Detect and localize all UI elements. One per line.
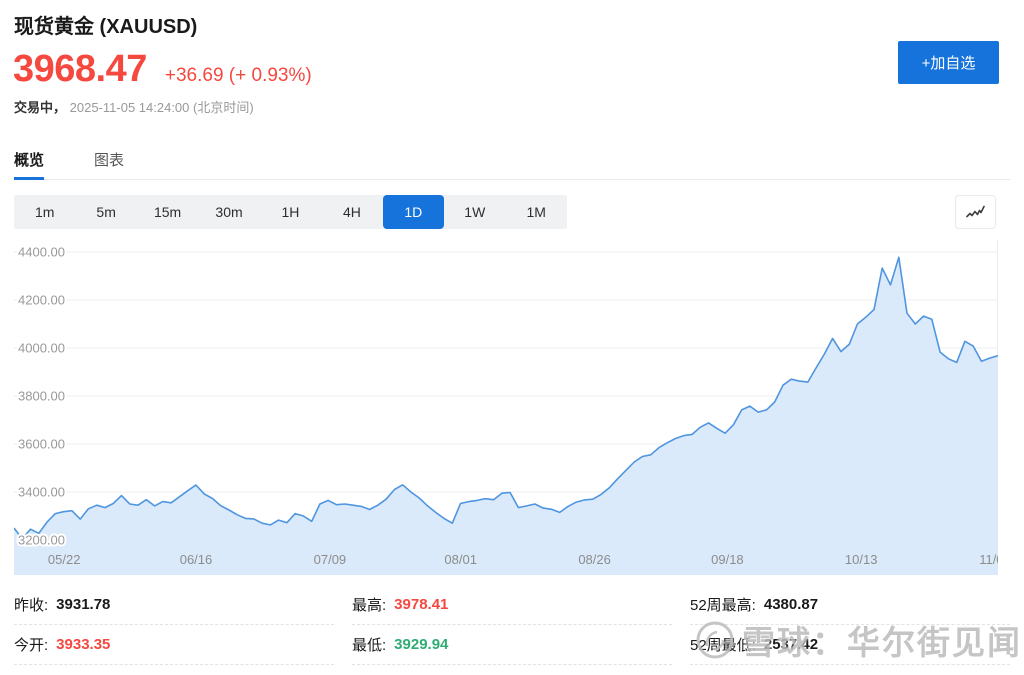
current-price: 3968.47	[13, 48, 147, 91]
stat-52w-low: 52周最低: 2537.42	[690, 625, 1010, 665]
price-change: +36.69 (+ 0.93%)	[165, 65, 312, 87]
stat-52w-high: 52周最高: 4380.87	[690, 585, 1010, 625]
active-tab-underline	[14, 177, 44, 180]
period-button-1d[interactable]: 1D	[383, 195, 444, 229]
quote-timestamp: 2025-11-05 14:24:00 (北京时间)	[70, 100, 254, 115]
period-button-1h[interactable]: 1H	[260, 195, 321, 229]
stat-low: 最低: 3929.94	[352, 625, 672, 665]
stats-column-3: 52周最高: 4380.87 52周最低: 2537.42	[690, 585, 1010, 665]
tab-chart-label: 图表	[94, 152, 124, 169]
stat-open: 今开: 3933.35	[14, 625, 334, 665]
svg-text:08/01: 08/01	[444, 552, 477, 567]
period-button-1m[interactable]: 1m	[14, 195, 75, 229]
svg-text:3800.00: 3800.00	[18, 389, 65, 404]
price-chart[interactable]: 4400.00 4200.00 4000.00 3800.00 3600.00 3400.…	[14, 240, 998, 575]
period-button-5m[interactable]: 5m	[75, 195, 136, 229]
add-watchlist-button[interactable]: +加自选	[898, 41, 999, 84]
svg-text:3600.00: 3600.00	[18, 437, 65, 452]
svg-text:4400.00: 4400.00	[18, 245, 65, 260]
period-button-4h[interactable]: 4H	[321, 195, 382, 229]
tab-overview[interactable]: 概览	[14, 143, 44, 179]
instrument-title: 现货黄金 (XAUUSD)	[14, 10, 197, 39]
status-row: 交易中， 2025-11-05 14:24:00 (北京时间)	[14, 97, 254, 116]
svg-text:08/26: 08/26	[578, 552, 611, 567]
chart-style-button[interactable]	[955, 195, 996, 229]
period-button-15m[interactable]: 15m	[137, 195, 198, 229]
stats-column-2: 最高: 3978.41 最低: 3929.94	[352, 585, 672, 665]
tab-bar: 概览 图表	[14, 143, 1010, 180]
period-selector: 1m 5m 15m 30m 1H 4H 1D 1W 1M	[14, 195, 567, 229]
tab-overview-label: 概览	[14, 152, 44, 169]
svg-text:3200.00: 3200.00	[18, 533, 65, 548]
svg-text:07/09: 07/09	[314, 552, 347, 567]
tab-chart[interactable]: 图表	[94, 143, 124, 179]
quote-stats: 昨收: 3931.78 今开: 3933.35 最高: 3978.41 最低: …	[14, 585, 1010, 665]
svg-text:4000.00: 4000.00	[18, 341, 65, 356]
price-area-chart: 4400.00 4200.00 4000.00 3800.00 3600.00 3400.…	[14, 240, 998, 575]
quote-page: 现货黄金 (XAUUSD) 3968.47 +36.69 (+ 0.93%) 交…	[0, 0, 1024, 675]
trend-line-icon	[966, 205, 986, 219]
svg-text:06/16: 06/16	[180, 552, 213, 567]
svg-text:10/13: 10/13	[845, 552, 878, 567]
svg-text:4200.00: 4200.00	[18, 293, 65, 308]
stat-prev-close: 昨收: 3931.78	[14, 585, 334, 625]
svg-text:05/22: 05/22	[48, 552, 81, 567]
svg-text:09/18: 09/18	[711, 552, 744, 567]
period-button-1M[interactable]: 1M	[506, 195, 567, 229]
period-button-30m[interactable]: 30m	[198, 195, 259, 229]
svg-text:3400.00: 3400.00	[18, 485, 65, 500]
stat-high: 最高: 3978.41	[352, 585, 672, 625]
trading-status: 交易中，	[14, 100, 66, 115]
stats-column-1: 昨收: 3931.78 今开: 3933.35	[14, 585, 334, 665]
price-row: 3968.47 +36.69 (+ 0.93%)	[13, 48, 312, 91]
svg-text:11/05: 11/05	[979, 552, 998, 567]
period-button-1w[interactable]: 1W	[444, 195, 505, 229]
